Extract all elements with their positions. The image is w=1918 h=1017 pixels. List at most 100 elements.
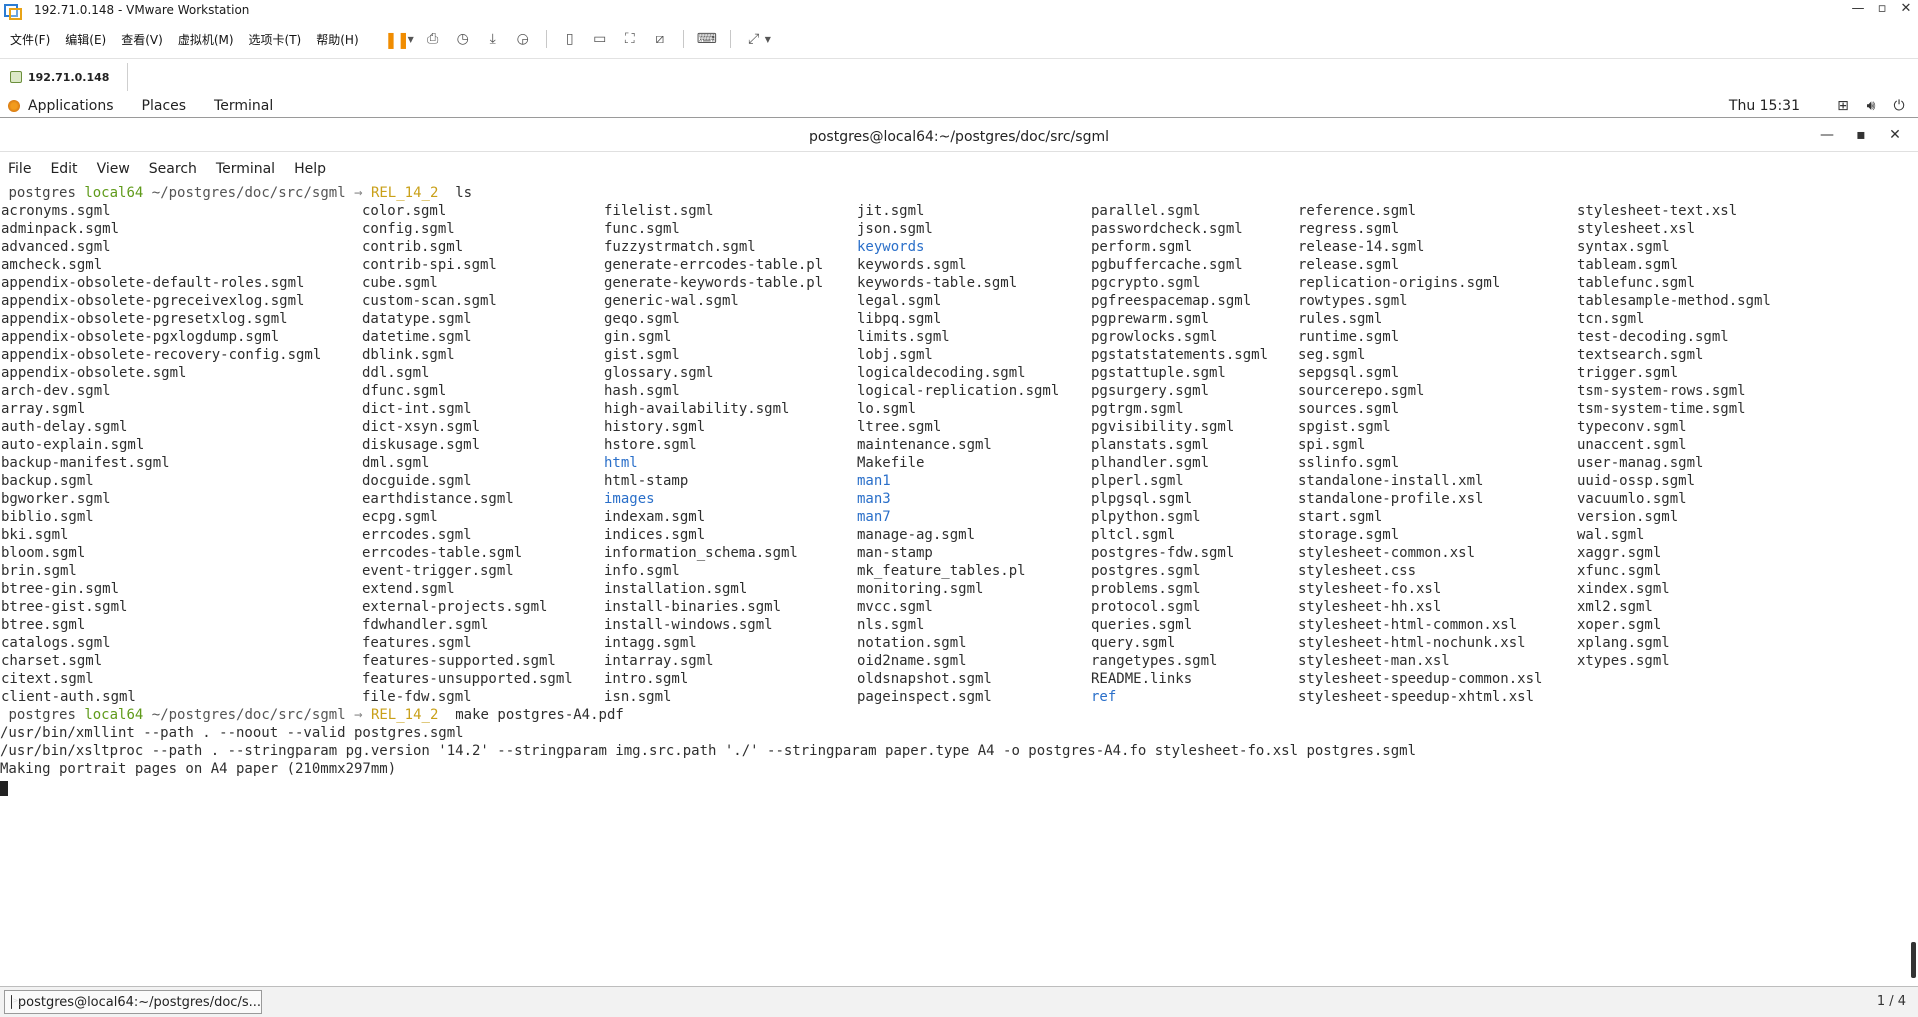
ls-file-entry: replication-origins.sgml bbox=[1298, 275, 1501, 291]
ls-file-entry: stylesheet.xsl bbox=[1577, 221, 1696, 237]
ls-file-entry: nls.sgml bbox=[857, 617, 925, 633]
terminal-body[interactable]: postgres local64 ~/postgres/doc/src/sgml… bbox=[0, 184, 1918, 980]
ls-file-entry: lo.sgml bbox=[857, 401, 917, 417]
snapshot-manager-icon[interactable]: ◶ bbox=[512, 28, 534, 50]
close-icon[interactable]: ✕ bbox=[1894, 0, 1918, 20]
sidebar-toggle-icon[interactable]: ▯ bbox=[559, 28, 581, 50]
ls-file-entry: history.sgml bbox=[604, 419, 706, 435]
unity-icon[interactable]: ⧄ bbox=[649, 28, 671, 50]
ls-file-entry: indices.sgml bbox=[604, 527, 706, 543]
ls-file-entry: textsearch.sgml bbox=[1577, 347, 1704, 363]
ls-file-entry: dfunc.sgml bbox=[362, 383, 447, 399]
terminal-close-icon[interactable]: ✕ bbox=[1878, 127, 1912, 143]
ls-file-entry: citext.sgml bbox=[1, 671, 94, 687]
ls-file-entry: isn.sgml bbox=[604, 689, 672, 705]
ls-directory-entry: man7 bbox=[857, 509, 891, 525]
ls-file-entry: config.sgml bbox=[362, 221, 455, 237]
network-icon[interactable]: ⊞ bbox=[1834, 97, 1852, 115]
stretch-icon[interactable]: ⤢ bbox=[743, 28, 765, 50]
stretch-dropdown-icon[interactable]: ▼ bbox=[765, 35, 771, 44]
menu-vm[interactable]: 虚拟机(M) bbox=[178, 31, 234, 48]
ls-file-entry: geqo.sgml bbox=[604, 311, 680, 327]
ls-file-entry: reference.sgml bbox=[1298, 203, 1417, 219]
ls-file-entry: information_schema.sgml bbox=[604, 545, 798, 561]
ls-file-entry: appendix-obsolete-pgxlogdump.sgml bbox=[1, 329, 280, 345]
menu-file[interactable]: 文件(F) bbox=[10, 31, 50, 48]
ls-column: reference.sgml regress.sgml release-14.sgm… bbox=[1298, 202, 1542, 706]
pause-icon[interactable]: ❚❚ bbox=[384, 28, 410, 50]
ls-file-entry: info.sgml bbox=[604, 563, 680, 579]
ls-file-entry: mvcc.sgml bbox=[857, 599, 933, 615]
vmware-tabbar: 192.71.0.148 bbox=[0, 58, 1918, 94]
workspace-indicator[interactable]: 1 / 4 bbox=[1877, 994, 1906, 1009]
ls-file-entry: start.sgml bbox=[1298, 509, 1383, 525]
vm-tab[interactable]: 192.71.0.148 bbox=[2, 63, 129, 91]
maximize-icon[interactable]: ▫ bbox=[1870, 0, 1894, 20]
vmware-menubar: 文件(F) 编辑(E) 查看(V) 虚拟机(M) 选项卡(T) 帮助(H) ❚❚… bbox=[0, 22, 1918, 56]
send-keys-icon[interactable]: ⎙ bbox=[422, 28, 444, 50]
ls-file-entry: jit.sgml bbox=[857, 203, 925, 219]
prompt-user: postgres bbox=[8, 185, 76, 201]
terminal-menubar: File Edit View Search Terminal Help bbox=[0, 156, 1918, 182]
prompt-path: ~/postgres/doc/src/sgml bbox=[151, 185, 346, 201]
ls-file-entry: hash.sgml bbox=[604, 383, 680, 399]
ls-directory-entry: ref bbox=[1091, 689, 1117, 705]
toolbar-divider bbox=[545, 30, 547, 48]
minimize-icon[interactable]: — bbox=[1846, 0, 1870, 20]
prompt-user: postgres bbox=[8, 707, 76, 723]
fullscreen-icon[interactable]: ⛶ bbox=[619, 28, 641, 50]
terminal-menu-view[interactable]: View bbox=[97, 161, 130, 177]
terminal-minimize-icon[interactable]: — bbox=[1810, 127, 1844, 143]
taskbar-terminal-item[interactable]: postgres@local64:~/postgres/doc/s... bbox=[4, 990, 262, 1014]
terminal-scrollbar[interactable] bbox=[1911, 942, 1916, 978]
ls-file-entry: dblink.sgml bbox=[362, 347, 455, 363]
terminal-menu-help[interactable]: Help bbox=[294, 161, 326, 177]
ls-file-entry: plhandler.sgml bbox=[1091, 455, 1210, 471]
ls-file-entry: errcodes-table.sgml bbox=[362, 545, 523, 561]
ls-file-entry: unaccent.sgml bbox=[1577, 437, 1687, 453]
clock[interactable]: Thu 15:31 bbox=[1729, 98, 1800, 114]
menu-tabs[interactable]: 选项卡(T) bbox=[249, 31, 302, 48]
terminal-menu-file[interactable]: File bbox=[8, 161, 31, 177]
applications-menu[interactable]: Applications bbox=[0, 98, 114, 114]
ls-file-entry: ddl.sgml bbox=[362, 365, 430, 381]
ls-file-entry: func.sgml bbox=[604, 221, 680, 237]
ls-file-entry: stylesheet-man.xsl bbox=[1298, 653, 1450, 669]
ls-file-entry: sepgsql.sgml bbox=[1298, 365, 1400, 381]
ls-file-entry: oldsnapshot.sgml bbox=[857, 671, 992, 687]
terminal-maximize-icon[interactable]: ▪ bbox=[1844, 127, 1878, 143]
ls-file-entry: pgvisibility.sgml bbox=[1091, 419, 1235, 435]
ls-file-entry: regress.sgml bbox=[1298, 221, 1400, 237]
vm-tab-label: 192.71.0.148 bbox=[28, 70, 110, 84]
ls-file-entry: bgworker.sgml bbox=[1, 491, 111, 507]
places-menu[interactable]: Places bbox=[142, 98, 187, 114]
menu-help[interactable]: 帮助(H) bbox=[316, 31, 358, 48]
ls-file-entry: limits.sgml bbox=[857, 329, 950, 345]
ls-directory-entry: man3 bbox=[857, 491, 891, 507]
ls-file-entry: btree-gin.sgml bbox=[1, 581, 120, 597]
terminal-menu-edit[interactable]: Edit bbox=[50, 161, 77, 177]
console-icon[interactable]: ⌨ bbox=[696, 28, 718, 50]
ls-file-entry: gist.sgml bbox=[604, 347, 680, 363]
ls-file-entry: seg.sgml bbox=[1298, 347, 1366, 363]
snapshot-icon[interactable]: ◷ bbox=[452, 28, 474, 50]
menu-view[interactable]: 查看(V) bbox=[121, 31, 163, 48]
terminal-app-menu[interactable]: Terminal bbox=[214, 98, 273, 114]
ls-file-entry: dml.sgml bbox=[362, 455, 430, 471]
ls-file-entry: release.sgml bbox=[1298, 257, 1400, 273]
revert-snapshot-icon[interactable]: ⤓ bbox=[482, 28, 504, 50]
terminal-menu-search[interactable]: Search bbox=[149, 161, 197, 177]
pause-dropdown-icon[interactable]: ▼ bbox=[408, 35, 414, 44]
thumbnail-bar-icon[interactable]: ▭ bbox=[589, 28, 611, 50]
ls-file-entry: test-decoding.sgml bbox=[1577, 329, 1729, 345]
ls-file-entry: Makefile bbox=[857, 455, 925, 471]
terminal-titlebar: postgres@local64:~/postgres/doc/src/sgml… bbox=[0, 122, 1918, 152]
ls-file-entry: spgist.sgml bbox=[1298, 419, 1391, 435]
ls-file-entry: standalone-profile.xsl bbox=[1298, 491, 1484, 507]
ls-file-entry: appendix-obsolete.sgml bbox=[1, 365, 187, 381]
output-line: /usr/bin/xsltproc --path . --stringparam… bbox=[0, 743, 1417, 759]
menu-edit[interactable]: 编辑(E) bbox=[65, 31, 106, 48]
terminal-menu-terminal[interactable]: Terminal bbox=[216, 161, 275, 177]
power-icon[interactable]: ⏻ bbox=[1890, 97, 1908, 115]
volume-icon[interactable]: 🔊︎ bbox=[1862, 97, 1880, 115]
